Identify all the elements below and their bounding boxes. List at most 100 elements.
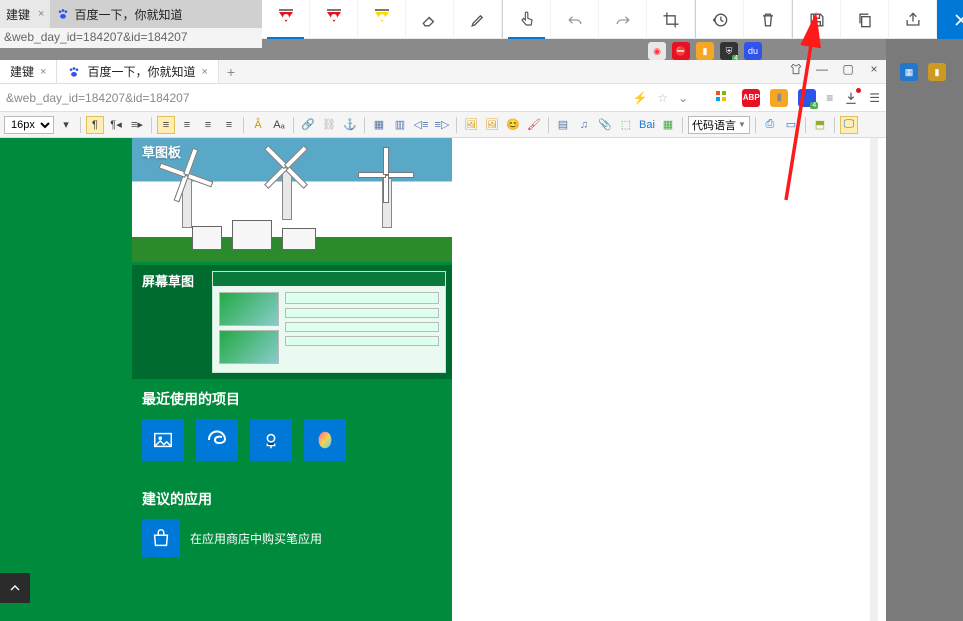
outer-right-margin: ▦ ▮ xyxy=(886,39,963,621)
music-button[interactable]: ♫ xyxy=(575,116,593,134)
sketchpad-panel: 草图板 屏幕 xyxy=(0,138,452,621)
sketchpad-tile[interactable]: 草图板 xyxy=(132,138,452,262)
close-icon[interactable]: × xyxy=(40,66,46,78)
photos-app-icon[interactable] xyxy=(142,419,184,461)
screen-sketch-tile[interactable]: 屏幕草图 xyxy=(132,265,452,379)
inner-tab-1-label: 建键 xyxy=(10,63,34,80)
touch-tool[interactable] xyxy=(503,0,551,39)
inner-tab-2-label: 百度一下，你就知道 xyxy=(87,63,195,80)
chevron-down-icon[interactable]: ⌄ xyxy=(678,91,688,105)
outer-tab-1[interactable]: 建键 × xyxy=(0,0,50,28)
table-2-button[interactable]: ▥ xyxy=(391,116,409,134)
camera-app-icon[interactable] xyxy=(250,419,292,461)
align-center-button[interactable]: ≡ xyxy=(178,116,196,134)
outer-address-bar: &web_day_id=184207&id=184207 xyxy=(0,28,262,48)
copy-button[interactable] xyxy=(841,0,889,39)
outer-tab-strip: 建键 × 百度一下，你就知道 xyxy=(0,0,262,28)
ext-icon-2[interactable]: ⛔ xyxy=(672,42,690,60)
multi-image-button[interactable]: 🖼 xyxy=(483,116,501,134)
ext-icon-1[interactable]: ◉ xyxy=(648,42,666,60)
inner-address-bar[interactable]: &web_day_id=184207&id=184207 ⚡ ☆ ⌄ ABP ▮… xyxy=(0,84,886,112)
share-button[interactable] xyxy=(889,0,937,39)
anchor-button[interactable]: ⚓ xyxy=(341,116,359,134)
new-tab-button[interactable]: + xyxy=(219,64,243,80)
close-window-button[interactable]: × xyxy=(866,62,882,79)
undo-button[interactable] xyxy=(551,0,599,39)
edge-app-icon[interactable] xyxy=(196,419,238,461)
image-button[interactable]: 🖼 xyxy=(462,116,480,134)
outdent-button[interactable]: ◁≡ xyxy=(412,116,430,134)
redo-button[interactable] xyxy=(599,0,647,39)
emoji-button[interactable]: 😊 xyxy=(504,116,522,134)
eraser-tool[interactable] xyxy=(406,0,454,39)
abp-icon[interactable]: ABP xyxy=(742,89,760,107)
inner-tab-2[interactable]: 百度一下，你就知道 × xyxy=(57,60,218,83)
font-size-button[interactable]: A̐ xyxy=(249,116,267,134)
inner-tab-1[interactable]: 建键 × xyxy=(0,60,57,83)
screen-sketch-label: 屏幕草图 xyxy=(142,271,194,290)
baidu-button[interactable]: Bai xyxy=(638,116,656,134)
baidu-paw-icon xyxy=(56,7,70,21)
outer-tab-1-label: 建键 xyxy=(6,6,30,23)
suggested-label: 建议的应用 xyxy=(142,489,442,509)
layout-button[interactable]: ▤ xyxy=(554,116,572,134)
ext-r1-icon[interactable]: ▦ xyxy=(900,63,918,81)
scrollbar[interactable] xyxy=(870,138,878,621)
paint3d-app-icon[interactable] xyxy=(304,419,346,461)
code-lang-select[interactable]: 代码语言▼ xyxy=(688,116,750,134)
star-icon[interactable]: ☆ xyxy=(657,91,668,105)
menu-icon[interactable]: ☰ xyxy=(869,91,880,105)
ext-r2-icon[interactable]: ▮ xyxy=(928,63,946,81)
annotation-toolbar xyxy=(262,0,963,39)
unlink-button[interactable]: ⛓ xyxy=(320,116,338,134)
baidu-paw-icon xyxy=(67,65,81,79)
map-button[interactable]: ⬚ xyxy=(617,116,635,134)
align-justify-button[interactable]: ≡ xyxy=(220,116,238,134)
content-area: 草图板 屏幕 xyxy=(0,138,878,621)
outer-ext-icons: ▦ ▮ xyxy=(900,63,946,81)
store-text: 在应用商店中购买笔应用 xyxy=(190,530,322,547)
red-arrow-annotation xyxy=(768,20,828,215)
indent-button[interactable]: ≡▷ xyxy=(433,116,451,134)
suggested-section: 建议的应用 在应用商店中购买笔应用 xyxy=(132,489,452,567)
download-icon[interactable] xyxy=(843,90,859,106)
close-annotation-button[interactable] xyxy=(937,0,963,39)
maximize-button[interactable]: ▢ xyxy=(840,62,856,79)
outer-extension-row: ☆ ◉ ⛔ ▮ ⛨4 du xyxy=(590,42,762,58)
ext-icon-3[interactable]: ▮ xyxy=(696,42,714,60)
ext-icon-4[interactable]: ⛨4 xyxy=(720,42,738,60)
grid-icon[interactable] xyxy=(714,89,732,107)
ext-icon-5[interactable]: du xyxy=(744,42,762,60)
fullscreen-button[interactable]: 🖵 xyxy=(840,116,858,134)
outer-tab-2-label: 百度一下，你就知道 xyxy=(74,6,182,23)
link-button[interactable]: 🔗 xyxy=(299,116,317,134)
brush-button[interactable]: 🖌 xyxy=(525,116,543,134)
font-type-button[interactable]: Aₐ xyxy=(270,116,288,134)
paragraph-button[interactable]: ¶ xyxy=(86,116,104,134)
crop-tool[interactable] xyxy=(647,0,695,39)
editor-toolbar: 16px ▾ ¶ ¶◂ ≡▸ ≡ ≡ ≡ ≡ A̐ Aₐ 🔗 ⛓ ⚓ ▦ ▥ ◁… xyxy=(0,112,886,138)
marker-red-tool[interactable] xyxy=(262,0,310,39)
chevron-down-icon[interactable]: ▾ xyxy=(57,116,75,134)
star-icon[interactable]: ☆ xyxy=(590,42,608,60)
close-icon[interactable]: × xyxy=(38,8,44,20)
attach-button[interactable]: 📎 xyxy=(596,116,614,134)
recent-section: 最近使用的项目 xyxy=(132,379,452,489)
calendar-button[interactable]: ▦ xyxy=(659,116,677,134)
pen-tool[interactable] xyxy=(454,0,502,39)
flash-icon[interactable]: ⚡ xyxy=(632,91,647,105)
align-right-button[interactable]: ≡ xyxy=(199,116,217,134)
outer-tab-2[interactable]: 百度一下，你就知道 xyxy=(50,0,188,28)
history-button[interactable] xyxy=(696,0,744,39)
align-left-button[interactable]: ≡ xyxy=(157,116,175,134)
close-icon[interactable]: × xyxy=(201,66,207,78)
store-row[interactable]: 在应用商店中购买笔应用 xyxy=(142,519,442,557)
recent-label: 最近使用的项目 xyxy=(142,389,442,409)
font-size-select[interactable]: 16px xyxy=(4,116,54,134)
indent-right-button[interactable]: ≡▸ xyxy=(128,116,146,134)
marker-red-2-tool[interactable] xyxy=(310,0,358,39)
scroll-top-button[interactable] xyxy=(0,573,30,603)
marker-yellow-tool[interactable] xyxy=(358,0,406,39)
indent-left-button[interactable]: ¶◂ xyxy=(107,116,125,134)
table-button[interactable]: ▦ xyxy=(370,116,388,134)
